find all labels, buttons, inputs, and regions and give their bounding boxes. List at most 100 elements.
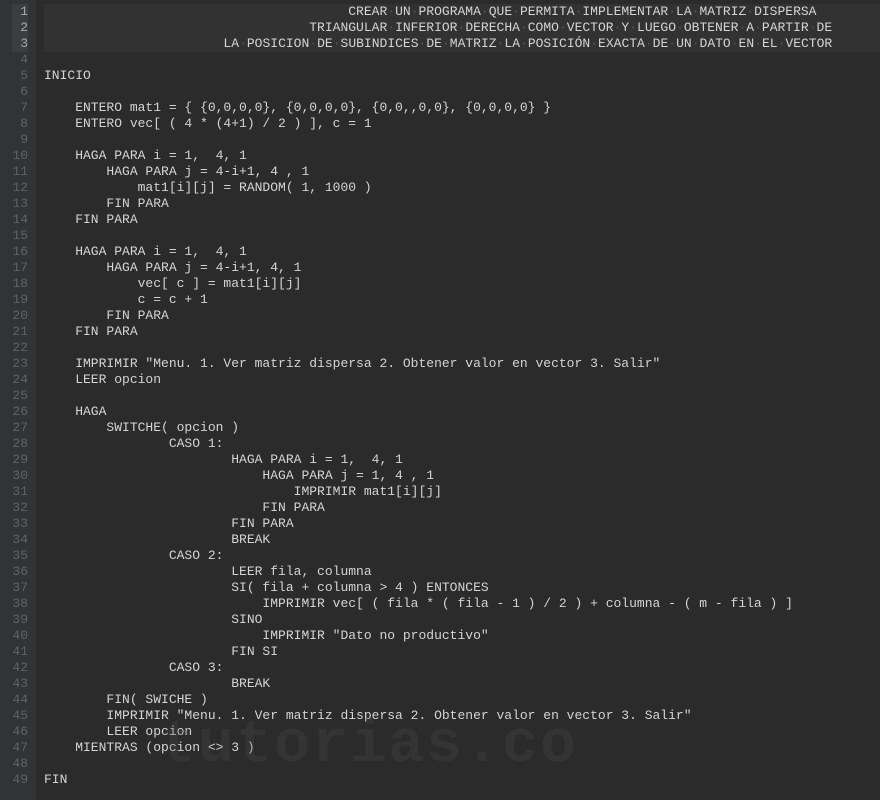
code-line: HAGA PARA j = 4-i+1, 4 , 1 [44,164,880,180]
line-number: 40 [12,628,28,644]
line-number: 42 [12,660,28,676]
code-line [44,756,880,772]
line-number: 36 [12,564,28,580]
code-line: FIN [44,772,880,788]
code-line [44,388,880,404]
line-number: 46 [12,724,28,740]
code-line: IMPRIMIR mat1[i][j] [44,484,880,500]
code-line: HAGA PARA i = 1, 4, 1 [44,148,880,164]
line-number: 6 [12,84,28,100]
line-number: 10 [12,148,28,164]
code-line: CREAR·UN·PROGRAMA·QUE·PERMITA·IMPLEMENTA… [44,4,880,20]
line-number: 29 [12,452,28,468]
code-line: SI( fila + columna > 4 ) ENTONCES [44,580,880,596]
code-line: LA·POSICION·DE·SUBINDICES·DE·MATRIZ·LA·P… [44,36,880,52]
code-line [44,52,880,68]
code-line: FIN PARA [44,324,880,340]
line-number: 18 [12,276,28,292]
code-line: BREAK [44,532,880,548]
line-number: 44 [12,692,28,708]
code-line [44,228,880,244]
code-line: HAGA PARA j = 4-i+1, 4, 1 [44,260,880,276]
line-number: 5 [12,68,28,84]
code-line: FIN SI [44,644,880,660]
code-line: CASO 3: [44,660,880,676]
code-editor: 1234567891011121314151617181920212223242… [0,0,880,800]
line-number: 22 [12,340,28,356]
line-number: 45 [12,708,28,724]
code-line: IMPRIMIR "Menu. 1. Ver matriz dispersa 2… [44,356,880,372]
code-line: HAGA PARA j = 1, 4 , 1 [44,468,880,484]
line-number: 38 [12,596,28,612]
line-number: 34 [12,532,28,548]
code-line: IMPRIMIR "Menu. 1. Ver matriz dispersa 2… [44,708,880,724]
line-number: 48 [12,756,28,772]
line-number: 11 [12,164,28,180]
line-number: 24 [12,372,28,388]
code-line: MIENTRAS (opcion <> 3 ) [44,740,880,756]
line-number: 20 [12,308,28,324]
line-number: 39 [12,612,28,628]
line-number: 31 [12,484,28,500]
line-number: 15 [12,228,28,244]
code-line [44,340,880,356]
code-line [44,132,880,148]
code-line: LEER fila, columna [44,564,880,580]
line-number: 30 [12,468,28,484]
code-line: vec[ c ] = mat1[i][j] [44,276,880,292]
line-number: 32 [12,500,28,516]
code-line: IMPRIMIR "Dato no productivo" [44,628,880,644]
code-line: FIN PARA [44,500,880,516]
code-line: FIN PARA [44,212,880,228]
line-number: 23 [12,356,28,372]
code-line: HAGA [44,404,880,420]
line-number: 33 [12,516,28,532]
code-line [44,84,880,100]
code-line: FIN PARA [44,308,880,324]
code-line: HAGA PARA i = 1, 4, 1 [44,244,880,260]
line-number: 25 [12,388,28,404]
code-line: FIN PARA [44,196,880,212]
line-number: 13 [12,196,28,212]
line-number: 21 [12,324,28,340]
line-number: 3 [12,36,28,52]
code-line: CASO 1: [44,436,880,452]
code-line: SINO [44,612,880,628]
line-number: 26 [12,404,28,420]
line-number: 7 [12,100,28,116]
code-line: HAGA PARA i = 1, 4, 1 [44,452,880,468]
line-number: 12 [12,180,28,196]
line-number: 1 [12,4,28,20]
line-number: 27 [12,420,28,436]
line-number: 37 [12,580,28,596]
code-content-area: CREAR·UN·PROGRAMA·QUE·PERMITA·IMPLEMENTA… [36,0,880,800]
code-line: c = c + 1 [44,292,880,308]
code-line: INICIO [44,68,880,84]
line-number: 41 [12,644,28,660]
code-line: CASO 2: [44,548,880,564]
code-line: LEER opcion [44,724,880,740]
code-line: SWITCHE( opcion ) [44,420,880,436]
line-number: 47 [12,740,28,756]
line-number: 49 [12,772,28,788]
line-number: 14 [12,212,28,228]
line-number-gutter: 1234567891011121314151617181920212223242… [0,0,36,800]
line-number: 8 [12,116,28,132]
line-number: 17 [12,260,28,276]
code-line: ENTERO mat1 = { {0,0,0,0}, {0,0,0,0}, {0… [44,100,880,116]
code-line: IMPRIMIR vec[ ( fila * ( fila - 1 ) / 2 … [44,596,880,612]
code-line: mat1[i][j] = RANDOM( 1, 1000 ) [44,180,880,196]
code-line: FIN( SWICHE ) [44,692,880,708]
code-line: ENTERO vec[ ( 4 * (4+1) / 2 ) ], c = 1 [44,116,880,132]
line-number: 35 [12,548,28,564]
code-line: TRIANGULAR·INFERIOR·DERECHA·COMO·VECTOR·… [44,20,880,36]
line-number: 2 [12,20,28,36]
line-number: 9 [12,132,28,148]
line-number: 4 [12,52,28,68]
line-number: 43 [12,676,28,692]
line-number: 16 [12,244,28,260]
code-line: LEER opcion [44,372,880,388]
line-number: 19 [12,292,28,308]
line-number: 28 [12,436,28,452]
code-line: FIN PARA [44,516,880,532]
